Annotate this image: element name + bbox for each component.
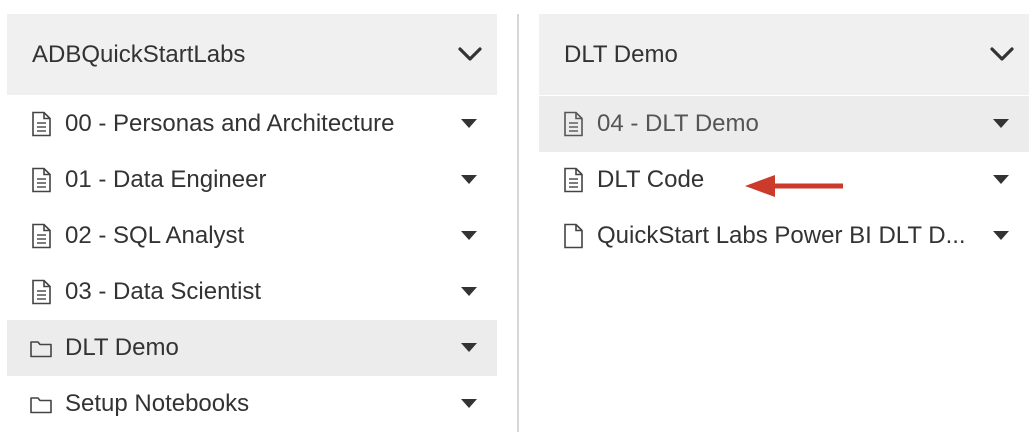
caret-down-icon[interactable] (461, 175, 477, 185)
caret-down-icon[interactable] (461, 287, 477, 297)
item-label: 04 - DLT Demo (597, 110, 759, 137)
caret-down-icon[interactable] (461, 231, 477, 241)
caret-down-icon[interactable] (993, 231, 1009, 241)
list-item-data-engineer[interactable]: 01 - Data Engineer (7, 152, 497, 208)
item-label: Setup Notebooks (65, 390, 250, 417)
caret-down-icon[interactable] (993, 119, 1009, 129)
notebook-icon (32, 167, 51, 193)
list-item-power-bi-file[interactable]: QuickStart Labs Power BI DLT D... (539, 208, 1029, 264)
annotation-arrow-icon (745, 175, 843, 197)
item-label: DLT Code (597, 166, 705, 193)
item-label: 03 - Data Scientist (65, 278, 262, 305)
item-label: 01 - Data Engineer (65, 166, 267, 193)
caret-down-icon[interactable] (461, 343, 477, 353)
column-header[interactable]: ADBQuickStartLabs (7, 14, 497, 95)
notebook-icon (32, 223, 51, 249)
folder-icon (30, 397, 52, 414)
column-title: ADBQuickStartLabs (32, 40, 246, 68)
item-label: 00 - Personas and Architecture (65, 110, 395, 137)
item-label: 02 - SQL Analyst (65, 222, 245, 249)
list-item-data-scientist[interactable]: 03 - Data Scientist (7, 264, 497, 320)
caret-down-icon[interactable] (461, 399, 477, 409)
chevron-down-icon[interactable] (989, 44, 1015, 64)
list-item-dlt-demo-folder[interactable]: DLT Demo (7, 320, 497, 376)
column-header[interactable]: DLT Demo (539, 14, 1029, 95)
column-title: DLT Demo (564, 40, 678, 68)
caret-down-icon[interactable] (461, 119, 477, 129)
item-label: QuickStart Labs Power BI DLT D... (597, 222, 966, 249)
notebook-icon (32, 279, 51, 305)
chevron-down-icon[interactable] (457, 44, 483, 64)
list-item-sql-analyst[interactable]: 02 - SQL Analyst (7, 208, 497, 264)
notebook-icon (32, 111, 51, 137)
file-icon (564, 223, 583, 249)
notebook-icon (564, 111, 583, 137)
list-item-setup-notebooks[interactable]: Setup Notebooks (7, 376, 497, 432)
caret-down-icon[interactable] (993, 175, 1009, 185)
item-label: DLT Demo (65, 334, 179, 361)
column-divider[interactable] (517, 14, 519, 432)
notebook-icon (564, 167, 583, 193)
list-item-04-dlt-demo[interactable]: 04 - DLT Demo (539, 96, 1029, 152)
folder-icon (30, 341, 52, 358)
list-item-personas-architecture[interactable]: 00 - Personas and Architecture (7, 96, 497, 152)
